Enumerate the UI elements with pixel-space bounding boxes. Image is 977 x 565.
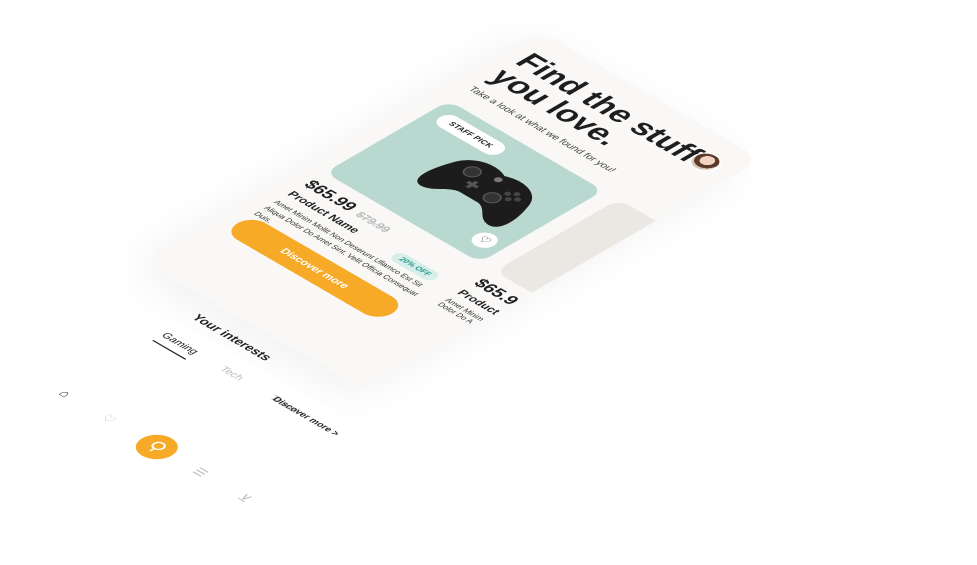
navbar-anchor: ⌂ ♡ ☰ ⊻ [56, 375, 256, 504]
app-screen: Find the stuff you love. Take a look at … [0, 0, 977, 565]
phone-frame: Find the stuff you love. Take a look at … [141, 30, 800, 420]
cart-icon: ⊻ [234, 491, 256, 504]
interests-anchor: Your interests Gaming Tech Travel Discov… [78, 300, 364, 484]
heart-icon: ♡ [474, 234, 495, 247]
game-controller-image [417, 160, 532, 227]
discover-more-link[interactable]: Discover more > [270, 395, 342, 437]
search-icon [149, 441, 166, 452]
nav-home[interactable]: ⌂ [50, 385, 80, 402]
nav-orders[interactable]: ☰ [185, 464, 215, 481]
home-icon: ⌂ [55, 387, 75, 400]
nav-cart[interactable]: ⊻ [230, 489, 260, 506]
heart-icon: ♡ [97, 412, 120, 426]
nav-favorites[interactable]: ♡ [94, 410, 124, 427]
tab-gaming[interactable]: Gaming [152, 330, 202, 360]
tab-tech[interactable]: Tech [217, 365, 247, 383]
list-icon: ☰ [189, 465, 212, 479]
